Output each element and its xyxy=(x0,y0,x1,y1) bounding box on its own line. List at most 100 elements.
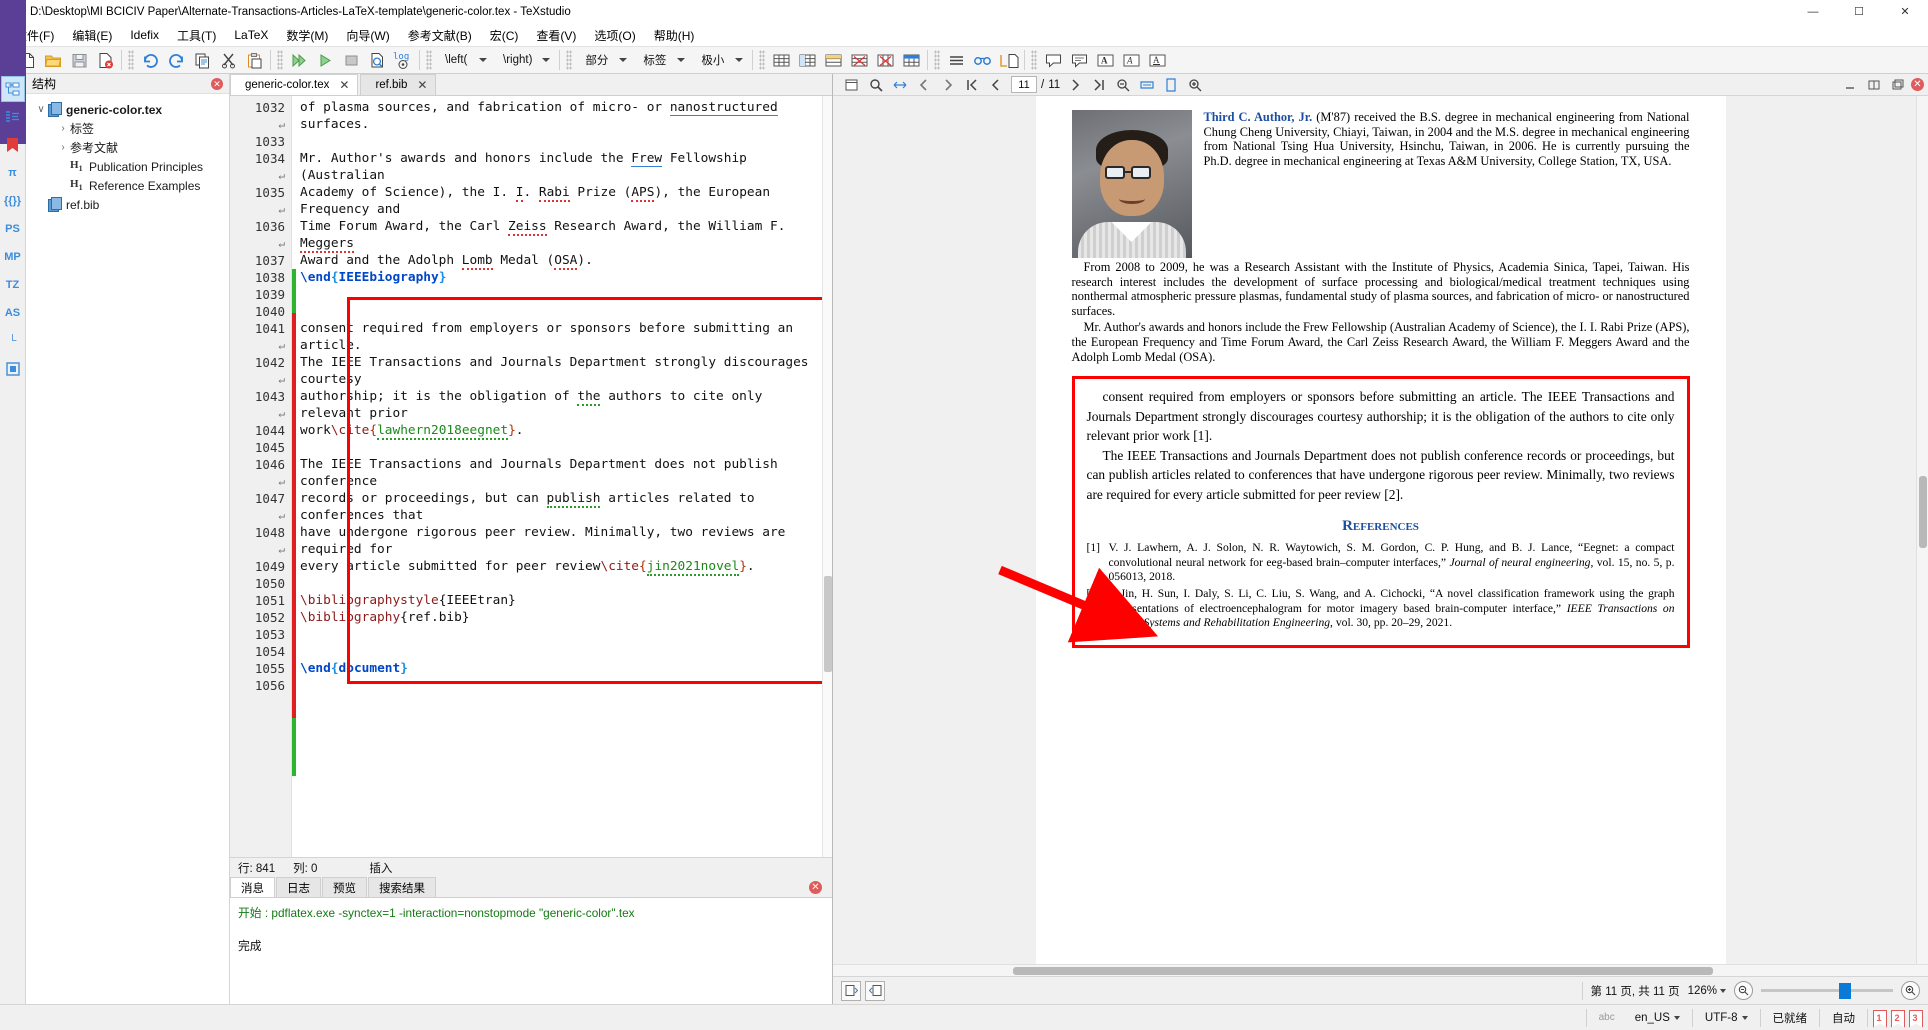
pdf-detach-icon[interactable] xyxy=(1887,75,1909,95)
scrollbar-thumb[interactable] xyxy=(824,576,832,672)
rail-mp-icon[interactable]: MP xyxy=(1,244,25,270)
toolbar-grip-6[interactable] xyxy=(759,50,766,70)
pdf-next-page-icon[interactable] xyxy=(1064,75,1086,95)
pdf-external-viewer-icon[interactable] xyxy=(841,75,863,95)
encoding-selector[interactable]: UTF-8 xyxy=(1697,1008,1756,1028)
pdf-first-page-icon[interactable] xyxy=(961,75,983,95)
table-row-add-icon[interactable] xyxy=(820,48,846,72)
menu-idefix[interactable]: Idefix xyxy=(121,26,168,44)
spellcheck-indicator[interactable]: abc xyxy=(1591,1008,1623,1028)
toolbar-grip-2[interactable] xyxy=(128,50,134,70)
menu-bibliography[interactable]: 参考文献(B) xyxy=(399,25,481,46)
auto-status[interactable]: 自动 xyxy=(1824,1008,1863,1028)
zoom-in-button[interactable] xyxy=(1901,981,1920,1000)
comment-alt-icon[interactable] xyxy=(1066,48,1092,72)
pdf-fit-page-icon[interactable] xyxy=(1160,75,1182,95)
pdf-split-icon[interactable] xyxy=(1863,75,1885,95)
pdf-vertical-scrollbar[interactable] xyxy=(1916,96,1928,964)
zoom-slider[interactable] xyxy=(1761,982,1893,999)
section-combo[interactable]: 部分 xyxy=(576,49,632,71)
toolbar-grip-7[interactable] xyxy=(934,50,941,70)
pdf-zoom-in-icon[interactable] xyxy=(1184,75,1206,95)
rail-tz-icon[interactable]: TZ xyxy=(1,272,25,298)
pdf-zoom-combo[interactable]: 126% xyxy=(1688,985,1726,997)
maximize-button[interactable]: ☐ xyxy=(1836,0,1882,23)
menu-math[interactable]: 数学(M) xyxy=(277,25,337,46)
menu-latex[interactable]: LaTeX xyxy=(225,26,277,44)
twisty-icon-2[interactable]: › xyxy=(56,123,70,134)
text-underline-icon[interactable]: A xyxy=(1144,48,1170,72)
pdf-horizontal-scrollbar[interactable] xyxy=(833,964,1928,976)
open-file-icon[interactable] xyxy=(40,48,66,72)
toolbar-grip-8[interactable] xyxy=(1031,50,1038,70)
pdf-page-input[interactable] xyxy=(1011,76,1037,93)
bookmark-2-icon[interactable]: 2 xyxy=(1890,1009,1904,1027)
comment-icon[interactable] xyxy=(1040,48,1066,72)
log-viewer-icon[interactable]: log xyxy=(390,48,416,72)
menu-edit[interactable]: 编辑(E) xyxy=(63,25,121,46)
table-col-del-icon[interactable] xyxy=(872,48,898,72)
rail-misc-icon[interactable] xyxy=(1,356,25,382)
tab-close-icon[interactable]: ✕ xyxy=(339,78,349,92)
tab-messages[interactable]: 消息 xyxy=(230,877,275,897)
frame-icon[interactable] xyxy=(995,48,1021,72)
copy-icon[interactable] xyxy=(189,48,215,72)
zoom-out-button[interactable] xyxy=(1734,981,1753,1000)
close-file-icon[interactable] xyxy=(92,48,118,72)
pdf-zoom-out-icon[interactable] xyxy=(1112,75,1134,95)
message-panel-close-icon[interactable]: ✕ xyxy=(809,881,822,894)
close-button[interactable]: ✕ xyxy=(1882,0,1928,23)
rail-pi-icon[interactable]: π xyxy=(1,160,25,186)
language-selector[interactable]: en_US xyxy=(1627,1008,1688,1028)
structure-close-icon[interactable]: ✕ xyxy=(211,77,223,90)
menu-macros[interactable]: 宏(C) xyxy=(481,25,528,46)
pdf-minimize-icon[interactable] xyxy=(1839,75,1861,95)
link-icon[interactable] xyxy=(969,48,995,72)
table-cols-icon[interactable] xyxy=(794,48,820,72)
build-run-icon[interactable] xyxy=(286,48,312,72)
paste-icon[interactable] xyxy=(241,48,267,72)
save-file-icon[interactable] xyxy=(66,48,92,72)
cut-icon[interactable] xyxy=(215,48,241,72)
rail-l-icon[interactable]: └ xyxy=(1,328,25,354)
tab-ref-bib[interactable]: ref.bib ✕ xyxy=(360,74,437,95)
twisty-icon[interactable]: ∨ xyxy=(34,104,48,115)
toolbar-grip-5[interactable] xyxy=(566,50,573,70)
tab-close-icon-2[interactable]: ✕ xyxy=(417,78,427,92)
redo-icon[interactable] xyxy=(163,48,189,72)
rail-ps-icon[interactable]: PS xyxy=(1,216,25,242)
rail-outline-icon[interactable] xyxy=(1,104,25,130)
right-bracket-combo[interactable]: \right) xyxy=(494,49,555,71)
pdf-back-icon[interactable] xyxy=(913,75,935,95)
pdf-scroll-area[interactable]: Third C. Author, Jr. (M'87) received the… xyxy=(833,96,1928,964)
tree-item-generic-color[interactable]: ∨ generic-color.tex xyxy=(26,100,229,119)
twisty-icon-3[interactable]: › xyxy=(56,142,70,153)
tree-item-publication-principles[interactable]: H1 Publication Principles xyxy=(26,157,229,176)
menu-view[interactable]: 查看(V) xyxy=(527,25,585,46)
list-icon[interactable] xyxy=(943,48,969,72)
bookmark-1-icon[interactable]: 1 xyxy=(1872,1009,1886,1027)
zoom-slider-knob[interactable] xyxy=(1839,982,1851,999)
menu-options[interactable]: 选项(O) xyxy=(585,25,644,46)
tree-item-reference-examples[interactable]: H1 Reference Examples xyxy=(26,176,229,195)
pdf-close-icon[interactable]: ✕ xyxy=(1911,78,1924,91)
table-highlight-icon[interactable] xyxy=(898,48,924,72)
toolbar-grip-3[interactable] xyxy=(277,50,283,70)
tree-item-labels[interactable]: › 标签 xyxy=(26,119,229,138)
label-combo[interactable]: 标签 xyxy=(634,49,690,71)
pdf-forward-icon[interactable] xyxy=(937,75,959,95)
undo-icon[interactable] xyxy=(137,48,163,72)
pdf-sync-editor-icon[interactable] xyxy=(841,980,861,1001)
fontsize-combo[interactable]: 极小 xyxy=(692,49,748,71)
text-italic-icon[interactable]: A xyxy=(1118,48,1144,72)
tab-search-results[interactable]: 搜索结果 xyxy=(368,877,436,897)
pdf-hscrollbar-thumb[interactable] xyxy=(1013,967,1713,975)
editor-vertical-scrollbar[interactable] xyxy=(822,96,832,857)
pdf-fit-icon[interactable] xyxy=(889,75,911,95)
left-bracket-combo[interactable]: \left( xyxy=(436,49,492,71)
minimize-button[interactable]: — xyxy=(1790,0,1836,23)
rail-bookmark-icon[interactable] xyxy=(1,132,25,158)
pdf-last-page-icon[interactable] xyxy=(1088,75,1110,95)
rail-braces-icon[interactable]: {{}} xyxy=(1,188,25,214)
menu-tools[interactable]: 工具(T) xyxy=(168,25,225,46)
